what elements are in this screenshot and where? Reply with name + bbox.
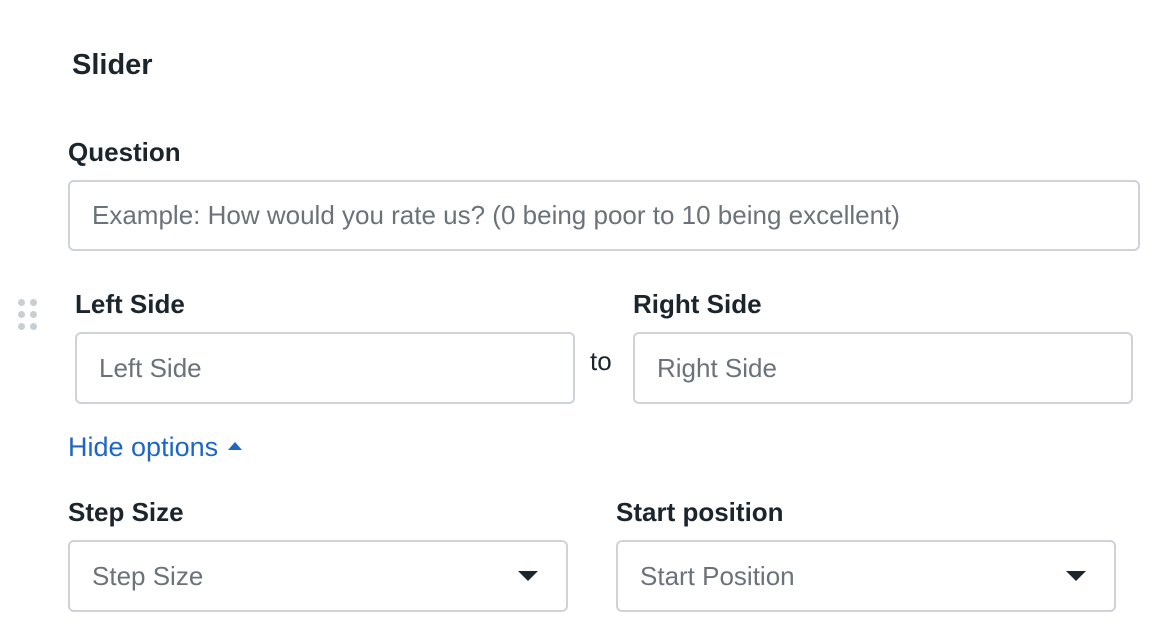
caret-down-icon (518, 571, 538, 581)
drag-handle-icon[interactable] (18, 299, 40, 333)
caret-up-icon (228, 442, 243, 450)
question-input[interactable] (68, 180, 1140, 251)
step-size-label: Step Size (68, 497, 184, 527)
start-position-value: Start Position (640, 560, 795, 591)
left-side-input[interactable] (75, 332, 575, 404)
step-size-select[interactable]: Step Size (68, 540, 568, 612)
right-side-label: Right Side (633, 289, 762, 319)
hide-options-link[interactable]: Hide options (68, 430, 243, 464)
left-side-label: Left Side (75, 289, 185, 319)
start-position-label: Start position (616, 497, 784, 527)
step-size-value: Step Size (92, 560, 204, 591)
question-label: Question (68, 137, 181, 167)
right-side-input[interactable] (633, 332, 1133, 404)
section-title: Slider (72, 49, 153, 81)
hide-options-label: Hide options (68, 432, 219, 462)
start-position-select[interactable]: Start Position (616, 540, 1116, 612)
caret-down-icon (1066, 571, 1086, 581)
range-connector-text: to (590, 346, 612, 376)
